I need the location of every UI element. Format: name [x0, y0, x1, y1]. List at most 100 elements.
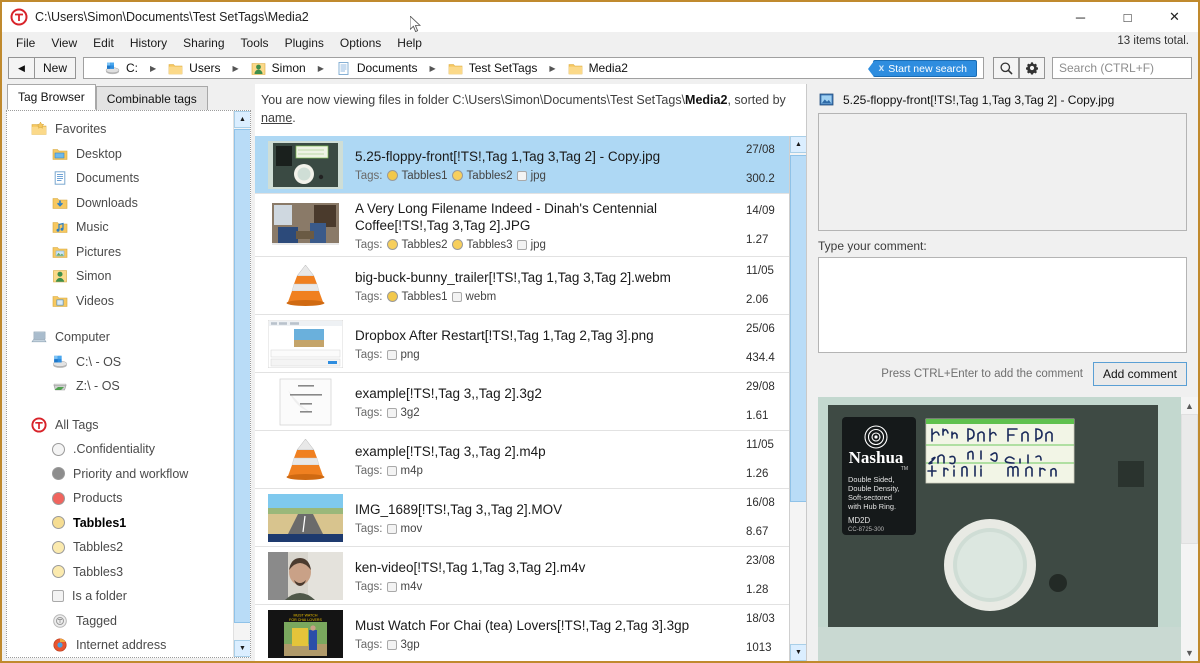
- new-button[interactable]: New: [34, 57, 77, 79]
- close-button[interactable]: ✕: [1151, 2, 1198, 32]
- search-field-wrapper[interactable]: [1052, 57, 1192, 79]
- file-tag[interactable]: 3gp: [386, 639, 420, 651]
- scrollbar-thumb[interactable]: [234, 129, 250, 623]
- scroll-up-button[interactable]: ▲: [234, 111, 250, 128]
- close-search-icon[interactable]: x: [879, 63, 885, 74]
- menu-file[interactable]: File: [8, 34, 43, 52]
- search-input[interactable]: [1059, 61, 1185, 75]
- tab-tag-browser[interactable]: Tag Browser: [7, 84, 96, 110]
- tree-item-all-tags[interactable]: All Tags: [7, 413, 250, 438]
- preview-scroll-up-button[interactable]: ▲: [1181, 397, 1198, 414]
- menu-plugins[interactable]: Plugins: [277, 34, 332, 52]
- maximize-button[interactable]: □: [1104, 2, 1151, 32]
- tags-label: Tags:: [355, 169, 383, 182]
- tree-item-favorites[interactable]: Favorites: [7, 117, 250, 142]
- file-row-6[interactable]: IMG_1689[!TS!,Tag 3,,Tag 2].MOV Tags: mo…: [255, 489, 806, 547]
- file-row-3[interactable]: Dropbox After Restart[!TS!,Tag 1,Tag 2,T…: [255, 315, 806, 373]
- menu-tools[interactable]: Tools: [233, 34, 277, 52]
- tree-item-priority-and-workflow[interactable]: Priority and workflow: [7, 462, 250, 487]
- videos-folder-icon: [52, 293, 68, 309]
- breadcrumb-item-drive[interactable]: C:: [102, 60, 141, 77]
- tree-item-music[interactable]: Music: [7, 215, 250, 240]
- tab-combinable-tags[interactable]: Combinable tags: [95, 86, 208, 110]
- tree-item-internet-address[interactable]: Internet address: [7, 633, 250, 657]
- tree-item-products[interactable]: Products: [7, 486, 250, 511]
- tree-item-tabbles3[interactable]: Tabbles3: [7, 560, 250, 585]
- breadcrumb-item-simon[interactable]: Simon: [248, 60, 309, 77]
- file-tag[interactable]: mov: [386, 523, 422, 535]
- file-row-7[interactable]: ken-video[!TS!,Tag 1,Tag 3,Tag 2].m4v Ta…: [255, 547, 806, 605]
- file-list-scrollbar[interactable]: ▲ ▼: [789, 136, 806, 661]
- tree-item-downloads[interactable]: Downloads: [7, 191, 250, 216]
- breadcrumb[interactable]: C: ▶ Users ▶ Simon ▶ Documents ▶ Test Se…: [83, 57, 984, 79]
- tag-tree-scrollbar[interactable]: ▲ ▼: [233, 111, 250, 657]
- file-tag[interactable]: Tabbles1: [386, 291, 448, 303]
- menu-history[interactable]: History: [122, 34, 175, 52]
- tree-item-tagged[interactable]: Tagged: [7, 609, 250, 634]
- scroll-up-button[interactable]: ▲: [790, 136, 806, 153]
- preview-scrollbar-thumb[interactable]: [1181, 414, 1198, 544]
- file-tag[interactable]: m4v: [386, 581, 422, 593]
- file-row-1[interactable]: A Very Long Filename Indeed - Dinah's Ce…: [255, 194, 806, 257]
- file-row-0[interactable]: 5.25-floppy-front[!TS!,Tag 1,Tag 3,Tag 2…: [255, 136, 806, 194]
- menu-edit[interactable]: Edit: [85, 34, 122, 52]
- file-row-8[interactable]: MUST WATCH FOR CHAI LOVERS Must Watch Fo…: [255, 605, 806, 661]
- comments-list-box[interactable]: [818, 113, 1187, 231]
- breadcrumb-item-users[interactable]: Users: [165, 60, 223, 77]
- scroll-down-button[interactable]: ▼: [790, 644, 806, 661]
- file-tag[interactable]: jpg: [516, 170, 546, 182]
- file-size: 8.67: [746, 526, 769, 538]
- file-tag[interactable]: Tabbles2: [451, 170, 513, 182]
- breadcrumb-item-media2[interactable]: Media2: [565, 60, 631, 77]
- tree-item-drive-z[interactable]: Z:\ - OS: [7, 374, 250, 399]
- sort-by-link[interactable]: name: [261, 111, 292, 125]
- tree-item-simon[interactable]: Simon: [7, 264, 250, 289]
- chevron-right-icon: ▶: [549, 63, 556, 73]
- file-tag-label: Tabbles1: [401, 169, 448, 182]
- folder-icon: [168, 61, 183, 76]
- back-button[interactable]: ◀: [8, 57, 34, 79]
- breadcrumb-item-documents[interactable]: Documents: [333, 60, 421, 77]
- file-thumbnail: [255, 373, 355, 430]
- tree-item-computer[interactable]: Computer: [7, 325, 250, 350]
- tree-item-is-a-folder[interactable]: Is a folder: [7, 584, 250, 609]
- breadcrumb-item-test-settags[interactable]: Test SetTags: [445, 60, 541, 77]
- menu-options[interactable]: Options: [332, 34, 389, 52]
- file-tag[interactable]: jpg: [516, 239, 546, 251]
- tree-item-documents[interactable]: Documents: [7, 166, 250, 191]
- add-comment-button[interactable]: Add comment: [1092, 362, 1187, 386]
- search-toggle-button[interactable]: [993, 57, 1019, 79]
- file-tag[interactable]: m4p: [386, 465, 423, 477]
- chevron-right-icon: ▶: [429, 63, 436, 73]
- preview-scroll-down-button[interactable]: ▼: [1181, 644, 1198, 661]
- file-tag[interactable]: Tabbles2: [386, 239, 448, 251]
- tree-item-tabbles2[interactable]: Tabbles2: [7, 535, 250, 560]
- menu-sharing[interactable]: Sharing: [175, 34, 232, 52]
- menu-help[interactable]: Help: [389, 34, 430, 52]
- minimize-button[interactable]: ─: [1057, 2, 1104, 32]
- file-tag[interactable]: png: [386, 349, 420, 361]
- tree-item-videos[interactable]: Videos: [7, 289, 250, 314]
- settings-button[interactable]: [1019, 57, 1045, 79]
- tree-item-drive-c[interactable]: C:\ - OS: [7, 350, 250, 375]
- tree-item-tabbles1[interactable]: Tabbles1: [7, 511, 250, 536]
- preview-scrollbar[interactable]: ▲ ▼: [1181, 397, 1198, 661]
- tree-item-pictures[interactable]: Pictures: [7, 240, 250, 265]
- file-size: 300.2: [746, 173, 775, 185]
- file-tag[interactable]: Tabbles3: [451, 239, 513, 251]
- file-tag[interactable]: 3g2: [386, 407, 420, 419]
- comment-input[interactable]: [818, 257, 1187, 353]
- start-new-search-button[interactable]: x Start new search: [867, 60, 977, 77]
- file-row-4[interactable]: example[!TS!,Tag 3,,Tag 2].3g2 Tags: 3g2…: [255, 373, 806, 431]
- menu-view[interactable]: View: [43, 34, 85, 52]
- scrollbar-thumb[interactable]: [790, 155, 806, 502]
- file-tag[interactable]: webm: [451, 291, 496, 303]
- tree-item-confidentiality[interactable]: .Confidentiality: [7, 437, 250, 462]
- file-tag[interactable]: Tabbles1: [386, 169, 448, 182]
- scroll-down-button[interactable]: ▼: [234, 640, 250, 657]
- chevron-right-icon: ▶: [150, 63, 157, 73]
- title-bar: C:\Users\Simon\Documents\Test SetTags\Me…: [2, 2, 1198, 33]
- file-row-5[interactable]: example[!TS!,Tag 3,,Tag 2].m4p Tags: m4p…: [255, 431, 806, 489]
- tree-item-desktop[interactable]: Desktop: [7, 142, 250, 167]
- file-row-2[interactable]: big-buck-bunny_trailer[!TS!,Tag 1,Tag 3,…: [255, 257, 806, 315]
